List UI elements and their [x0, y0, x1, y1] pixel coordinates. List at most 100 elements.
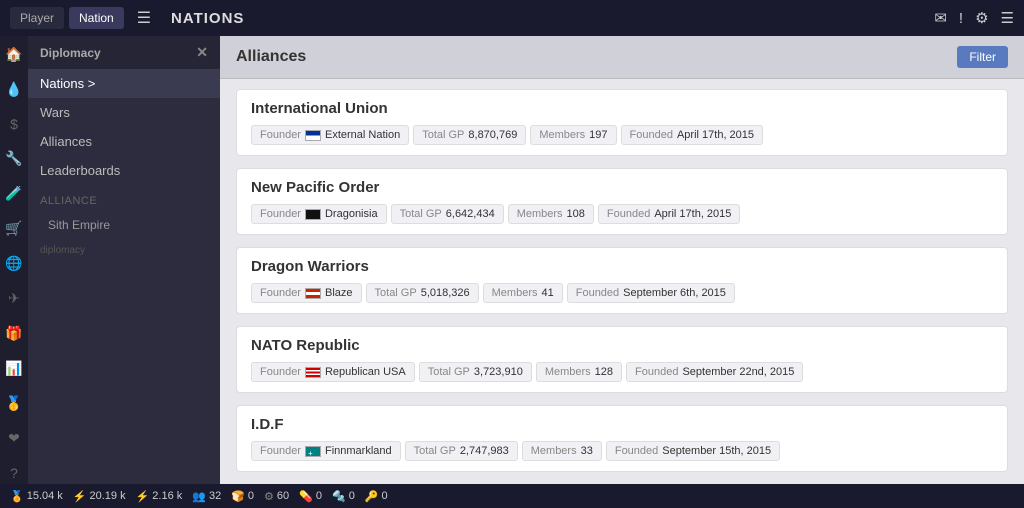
alliance-stats: Founder Republican USA Total GP 3,723,91…	[251, 362, 993, 382]
mail-icon[interactable]: ✉	[934, 9, 947, 27]
settings-icon[interactable]: ⚙	[975, 9, 988, 27]
stat-value: 32	[209, 490, 221, 502]
members-badge: Members 197	[530, 125, 616, 145]
bottom-stat: 🔑0	[365, 490, 388, 503]
stat-icon: 🔩	[332, 490, 346, 503]
stat-value: 0	[248, 490, 254, 502]
nav-medal-icon[interactable]: 🥇	[5, 395, 22, 412]
bottom-stat: 🍞0	[231, 490, 254, 503]
total-gp-badge: Total GP 3,723,910	[419, 362, 532, 382]
founder-badge: Founder Republican USA	[251, 362, 415, 382]
page-title: NATIONS	[171, 10, 244, 27]
sidebar: 🏠 💧 $ 🔧 🧪 🛒 🌐 ✈ 🎁 📊 🥇 ❤ ? Diplomacy ✕ Na…	[0, 36, 220, 484]
filter-button[interactable]: Filter	[957, 46, 1008, 68]
stat-icon: ⚡	[73, 490, 87, 503]
founded-badge: Founded September 15th, 2015	[606, 441, 780, 461]
sidebar-content: Diplomacy ✕ Nations > Wars Alliances Lea…	[28, 36, 220, 484]
bottom-stat: ⚡20.19 k	[73, 490, 126, 503]
stat-value: 20.19 k	[90, 490, 126, 502]
alliance-name: New Pacific Order	[251, 179, 993, 196]
stat-value: 0	[316, 490, 322, 502]
total-gp-badge: Total GP 6,642,434	[391, 204, 504, 224]
founder-badge: Founder Dragonisia	[251, 204, 387, 224]
founder-badge: Founder Blaze	[251, 283, 362, 303]
content-header-title: Alliances	[236, 48, 306, 66]
nav-gift-icon[interactable]: 🎁	[5, 325, 22, 342]
alliance-stats: Founder + Finnmarkland Total GP 2,747,98…	[251, 441, 993, 461]
alliances-list: International Union Founder External Nat…	[220, 79, 1024, 484]
bottom-stat: ⚙60	[264, 490, 289, 503]
nav-shop-icon[interactable]: 🛒	[5, 220, 22, 237]
player-button[interactable]: Player	[10, 7, 64, 29]
topbar-right: ✉ ! ⚙ ☰	[934, 9, 1014, 27]
sidebar-bottom-text: diplomacy	[28, 239, 220, 262]
alliance-name: NATO Republic	[251, 337, 993, 354]
sidebar-section-title: Diplomacy	[40, 46, 101, 60]
stat-icon: 🏅	[10, 490, 24, 503]
members-badge: Members 41	[483, 283, 563, 303]
sidebar-item-alliances[interactable]: Alliances	[28, 127, 220, 156]
nav-science-icon[interactable]: 🧪	[5, 185, 22, 202]
alliance-card[interactable]: NATO Republic Founder Republican USA Tot…	[236, 326, 1008, 393]
nav-question-icon[interactable]: ?	[10, 465, 18, 481]
bottom-bar: 🏅15.04 k⚡20.19 k⚡2.16 k👥32🍞0⚙60💊0🔩0🔑0	[0, 484, 1024, 508]
stat-value: 60	[277, 490, 289, 502]
topbar: Player Nation ☰ NATIONS ✉ ! ⚙ ☰	[0, 0, 1024, 36]
sidebar-close-icon[interactable]: ✕	[196, 44, 208, 61]
content-area: Alliances Filter International Union Fou…	[220, 36, 1024, 484]
alliance-stats: Founder External Nation Total GP 8,870,7…	[251, 125, 993, 145]
alliance-stats: Founder Dragonisia Total GP 6,642,434 Me…	[251, 204, 993, 224]
sidebar-item-leaderboards[interactable]: Leaderboards	[28, 156, 220, 185]
stat-icon: 🔑	[365, 490, 379, 503]
sidebar-item-nations[interactable]: Nations >	[28, 69, 220, 98]
alliance-card[interactable]: International Union Founder External Nat…	[236, 89, 1008, 156]
nav-home-icon[interactable]: 🏠	[5, 46, 22, 63]
bottom-stat: 💊0	[299, 490, 322, 503]
sidebar-item-sith-empire[interactable]: Sith Empire	[28, 211, 220, 239]
total-gp-badge: Total GP 2,747,983	[405, 441, 518, 461]
sidebar-item-wars[interactable]: Wars	[28, 98, 220, 127]
founder-badge: Founder + Finnmarkland	[251, 441, 401, 461]
members-badge: Members 128	[536, 362, 622, 382]
sidebar-nav-icons: 🏠 💧 $ 🔧 🧪 🛒 🌐 ✈ 🎁 📊 🥇 ❤ ?	[0, 36, 28, 484]
nav-chart-icon[interactable]: 📊	[5, 360, 22, 377]
nav-globe-icon[interactable]: 🌐	[5, 255, 22, 272]
founded-badge: Founded April 17th, 2015	[621, 125, 764, 145]
sidebar-section-header: Diplomacy ✕	[28, 36, 220, 69]
stat-value: 2.16 k	[152, 490, 182, 502]
nav-plane-icon[interactable]: ✈	[8, 290, 20, 307]
alliance-name: I.D.F	[251, 416, 993, 433]
alliance-stats: Founder Blaze Total GP 5,018,326 Members…	[251, 283, 993, 303]
stat-icon: 🍞	[231, 490, 245, 503]
bottom-stat: 🔩0	[332, 490, 355, 503]
alliance-name: Dragon Warriors	[251, 258, 993, 275]
bottom-stat: 👥32	[192, 490, 221, 503]
nav-heart-icon[interactable]: ❤	[8, 430, 20, 447]
nav-water-icon[interactable]: 💧	[5, 81, 22, 98]
founded-badge: Founded September 6th, 2015	[567, 283, 735, 303]
alliance-card[interactable]: Dragon Warriors Founder Blaze Total GP 5…	[236, 247, 1008, 314]
stat-value: 0	[382, 490, 388, 502]
total-gp-badge: Total GP 8,870,769	[413, 125, 526, 145]
content-header: Alliances Filter	[220, 36, 1024, 79]
founded-badge: Founded April 17th, 2015	[598, 204, 741, 224]
founded-badge: Founded September 22nd, 2015	[626, 362, 803, 382]
alert-icon[interactable]: !	[959, 10, 963, 27]
members-badge: Members 33	[522, 441, 602, 461]
hamburger-icon[interactable]: ☰	[137, 8, 151, 28]
members-badge: Members 108	[508, 204, 594, 224]
alliance-card[interactable]: New Pacific Order Founder Dragonisia Tot…	[236, 168, 1008, 235]
stat-icon: ⚙	[264, 490, 274, 503]
founder-badge: Founder External Nation	[251, 125, 409, 145]
stat-icon: 💊	[299, 490, 313, 503]
alliance-name: International Union	[251, 100, 993, 117]
nav-tools-icon[interactable]: 🔧	[5, 150, 22, 167]
alliance-card[interactable]: I.D.F Founder + Finnmarkland Total GP 2,…	[236, 405, 1008, 472]
nav-money-icon[interactable]: $	[10, 116, 18, 132]
bottom-stat: 🏅15.04 k	[10, 490, 63, 503]
alliance-group-label: Alliance	[28, 185, 220, 211]
stat-value: 15.04 k	[27, 490, 63, 502]
menu-icon[interactable]: ☰	[1001, 9, 1014, 27]
stat-icon: ⚡	[136, 490, 150, 503]
nation-button[interactable]: Nation	[69, 7, 124, 29]
